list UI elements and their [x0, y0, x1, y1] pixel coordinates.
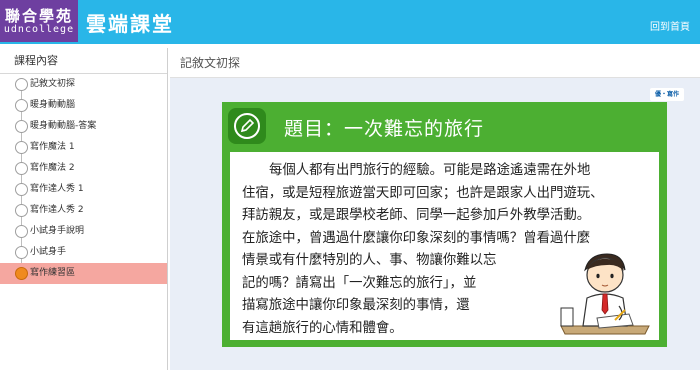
udncollege-logo[interactable]: 聯合學苑 udncollege — [0, 0, 78, 42]
sidebar-item-intro[interactable]: 記敘文初探 — [0, 74, 167, 95]
sidebar-item-label: 暖身動動腦-答案 — [30, 121, 97, 131]
pencil-icon — [228, 108, 266, 144]
sidebar-item-practice-intro[interactable]: 小試身手說明 — [0, 221, 167, 242]
topic-title: 題目：一次難忘的旅行 — [284, 118, 485, 140]
circle-icon — [15, 99, 28, 112]
sidebar-item-practice[interactable]: 小試身手 — [0, 242, 167, 263]
circle-icon — [15, 183, 28, 196]
page-title: 記敘文初探 — [170, 48, 700, 78]
sidebar-heading: 課程內容 — [0, 48, 167, 74]
top-header: 聯合學苑 udncollege 雲端課堂 回到首頁 — [0, 0, 700, 44]
sidebar-item-magic-1[interactable]: 寫作魔法 1 — [0, 137, 167, 158]
sidebar-item-label: 寫作魔法 2 — [30, 163, 75, 173]
description-line: 每個人都有出門旅行的經驗。可能是路途遙遠需在外地 — [269, 163, 591, 178]
sidebar-item-magic-2[interactable]: 寫作魔法 2 — [0, 158, 167, 179]
sidebar-item-label: 暖身動動腦 — [30, 100, 76, 110]
course-menu: 記敘文初探 暖身動動腦 暖身動動腦-答案 寫作魔法 1 寫作魔法 2 寫作達人秀… — [0, 74, 167, 284]
main-content: 記敘文初探 優・寫作 題目：一次難忘的旅行 每個人都有出門旅行的經驗。可能是路途… — [170, 48, 700, 370]
sidebar-item-label: 寫作達人秀 2 — [30, 205, 84, 215]
site-title: 雲端課堂 — [86, 12, 174, 36]
description-line: 拜訪親友，或是跟學校老師、同學一起參加戶外教學活動。 — [242, 208, 591, 223]
sidebar-item-writing-area[interactable]: 寫作練習區 — [0, 263, 167, 284]
circle-icon — [15, 141, 28, 154]
writing-badge-logo: 優・寫作 — [650, 88, 684, 101]
sidebar-item-label: 寫作練習區 — [30, 268, 76, 278]
pencil-glyph — [240, 118, 255, 133]
sidebar-item-label: 小試身手 — [30, 247, 67, 257]
topic-description: 每個人都有出門旅行的經驗。可能是路途遙遠需在外地 住宿，或是短程旅遊當天即可回家… — [230, 152, 659, 340]
sidebar-item-label: 小試身手說明 — [30, 226, 85, 236]
circle-icon — [15, 78, 28, 91]
logo-chinese-text: 聯合學苑 — [4, 7, 73, 25]
circle-icon — [15, 162, 28, 175]
topic-card: 題目：一次難忘的旅行 每個人都有出門旅行的經驗。可能是路途遙遠需在外地 住宿，或… — [222, 102, 667, 347]
circle-icon — [15, 246, 28, 259]
circle-icon — [15, 225, 28, 238]
logo-english-text: udncollege — [3, 24, 75, 35]
home-link[interactable]: 回到首頁 — [650, 18, 690, 33]
description-line: 在旅途中，曾遇過什麼讓你印象深刻的事情嗎？曾看過什麼 — [242, 230, 591, 246]
student-writing-illustration — [560, 253, 650, 335]
sidebar-item-label: 寫作達人秀 1 — [30, 184, 84, 194]
circle-icon — [15, 204, 28, 217]
sidebar-item-showcase-2[interactable]: 寫作達人秀 2 — [0, 200, 167, 221]
sidebar-item-warmup-answer[interactable]: 暖身動動腦-答案 — [0, 116, 167, 137]
current-circle-icon — [15, 267, 28, 280]
description-line: 住宿，或是短程旅遊當天即可回家；也許是跟家人出門遊玩、 — [242, 185, 604, 201]
sidebar-item-label: 記敘文初探 — [30, 79, 76, 89]
sidebar-item-label: 寫作魔法 1 — [30, 142, 75, 152]
course-sidebar: 課程內容 記敘文初探 暖身動動腦 暖身動動腦-答案 寫作魔法 1 寫作魔法 2 … — [0, 48, 168, 370]
sidebar-item-showcase-1[interactable]: 寫作達人秀 1 — [0, 179, 167, 200]
circle-icon — [15, 120, 28, 133]
sidebar-item-warmup[interactable]: 暖身動動腦 — [0, 95, 167, 116]
